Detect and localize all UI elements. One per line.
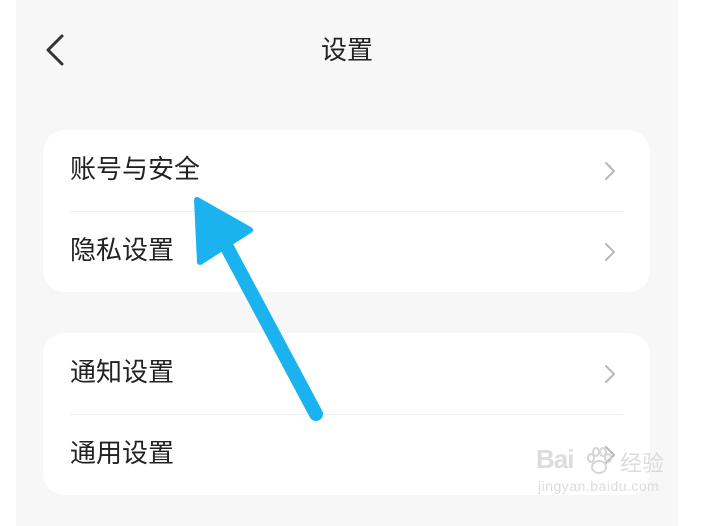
chevron-right-icon: [603, 364, 617, 384]
settings-item-label: 隐私设置: [70, 236, 175, 266]
settings-item-notifications[interactable]: 通知设置: [43, 333, 650, 414]
paw-icon: [587, 447, 612, 474]
header-bar: 设置: [16, 0, 678, 100]
watermark-product: 经验: [620, 452, 665, 477]
settings-group-account: 账号与安全 隐私设置: [43, 130, 650, 292]
watermark-logo-text: Bai: [536, 444, 574, 474]
settings-item-privacy[interactable]: 隐私设置: [43, 211, 650, 292]
settings-item-label: 通用设置: [70, 439, 175, 469]
settings-item-label: 账号与安全: [70, 155, 201, 185]
chevron-right-icon: [603, 242, 617, 262]
settings-item-account-security[interactable]: 账号与安全: [43, 130, 650, 211]
settings-item-label: 通知设置: [70, 358, 175, 388]
baidu-jingyan-watermark: Bai 经验 jingyan.baidu.com: [536, 444, 686, 514]
chevron-right-icon: [603, 161, 617, 181]
page-title: 设置: [320, 36, 373, 66]
watermark-url: jingyan.baidu.com: [538, 478, 660, 494]
